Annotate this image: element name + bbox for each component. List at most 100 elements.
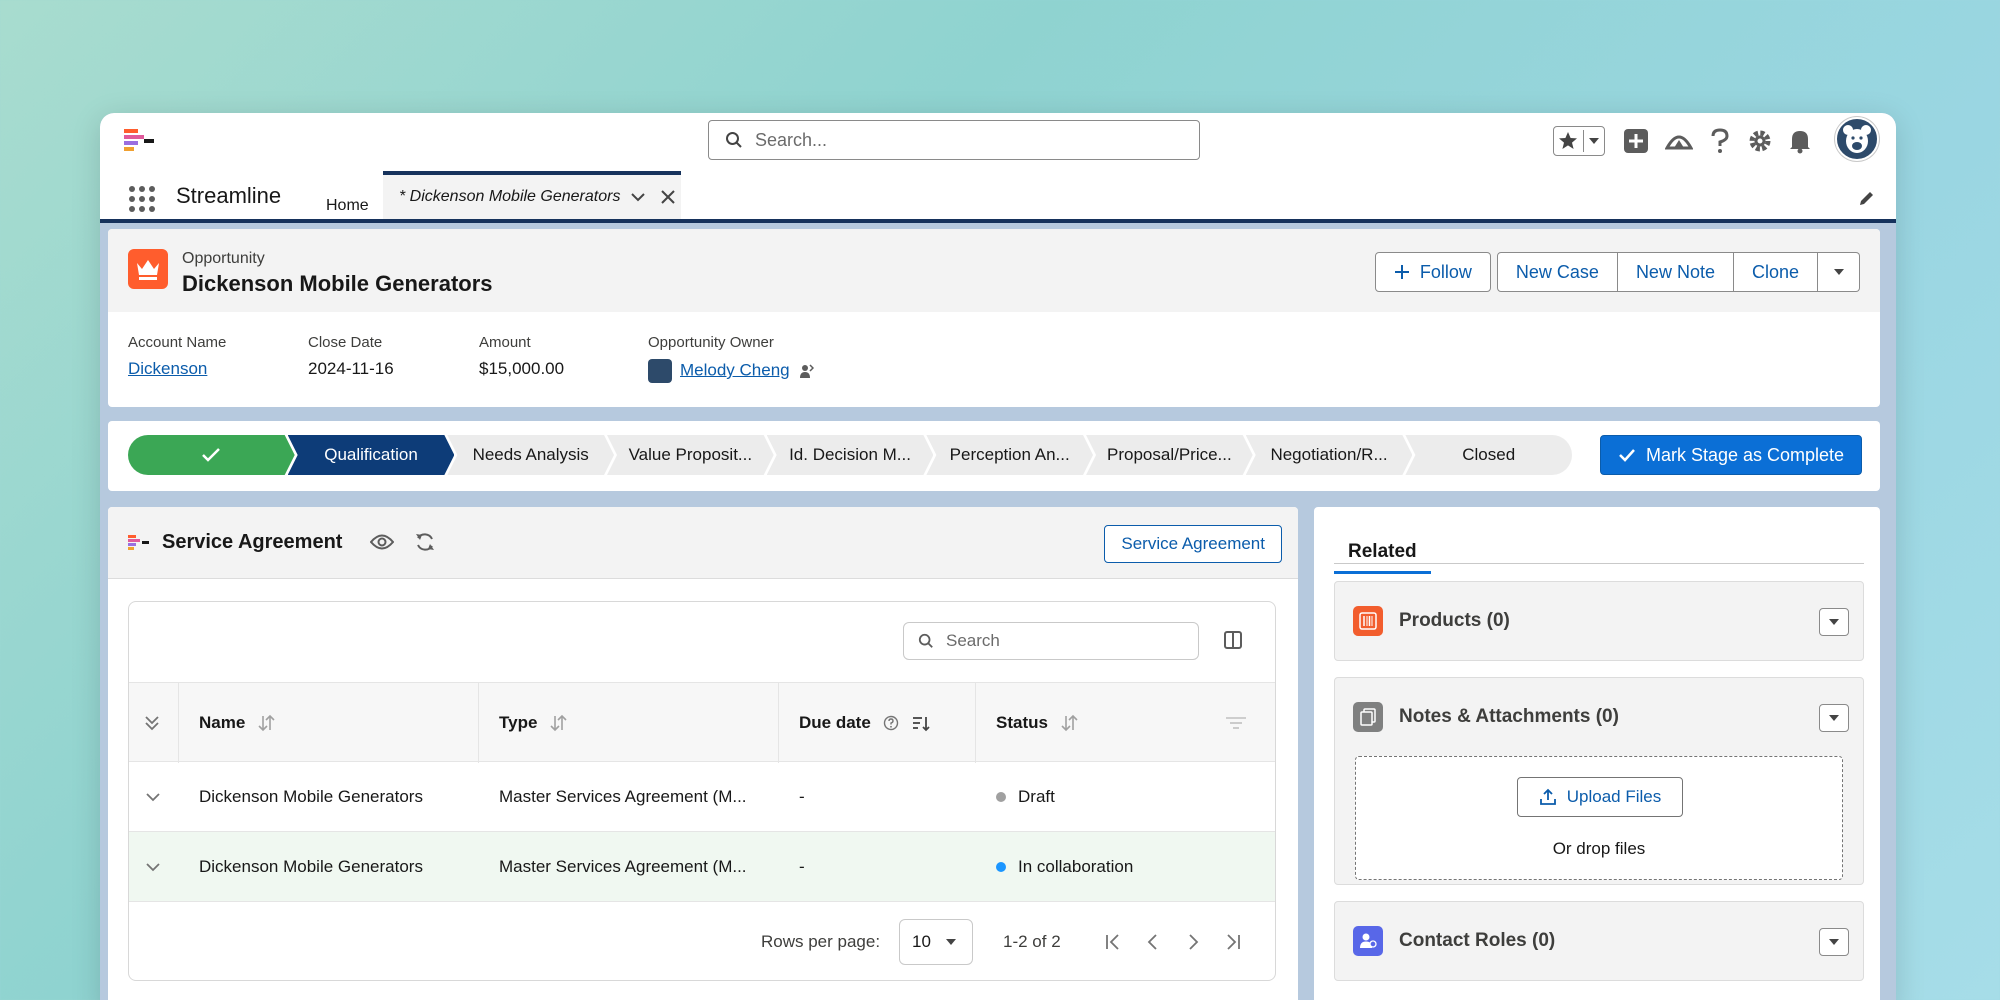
account-name-link[interactable]: Dickenson bbox=[128, 359, 226, 379]
products-title[interactable]: Products (0) bbox=[1399, 610, 1510, 632]
refresh-icon[interactable] bbox=[414, 531, 436, 553]
path-stage-id-decision-makers[interactable]: Id. Decision M... bbox=[767, 435, 934, 475]
help-button[interactable] bbox=[1704, 121, 1736, 161]
new-note-button[interactable]: New Note bbox=[1617, 252, 1734, 292]
first-page-icon[interactable] bbox=[1103, 932, 1123, 952]
setup-button[interactable] bbox=[1744, 121, 1776, 161]
user-avatar[interactable] bbox=[1835, 117, 1879, 161]
path-stage-negotiation[interactable]: Negotiation/R... bbox=[1246, 435, 1413, 475]
service-agreement-button[interactable]: Service Agreement bbox=[1104, 525, 1282, 563]
more-actions-button[interactable] bbox=[1818, 252, 1860, 292]
rows-per-page-select[interactable]: 10 bbox=[899, 919, 973, 965]
sort-descending-icon bbox=[912, 717, 930, 732]
path-stage-proposal-price[interactable]: Proposal/Price... bbox=[1086, 435, 1253, 475]
products-menu-button[interactable] bbox=[1819, 608, 1849, 636]
field-close-date: Close Date 2024-11-16 bbox=[308, 334, 394, 379]
owner-label: Opportunity Owner bbox=[648, 334, 774, 351]
chevron-down-icon bbox=[1829, 939, 1839, 945]
path-stage-value-proposition[interactable]: Value Proposit... bbox=[607, 435, 774, 475]
org-logo-icon[interactable] bbox=[122, 127, 156, 155]
mark-stage-complete-button[interactable]: Mark Stage as Complete bbox=[1600, 435, 1862, 475]
app-navigation-bar: Streamline Home * Dickenson Mobile Gener… bbox=[100, 171, 1896, 223]
contact-roles-icon bbox=[1353, 926, 1383, 956]
table-row[interactable]: Dickenson Mobile Generators Master Servi… bbox=[129, 832, 1275, 902]
change-owner-icon[interactable] bbox=[798, 363, 815, 379]
column-header-type[interactable]: Type bbox=[479, 683, 779, 763]
notes-menu-button[interactable] bbox=[1819, 704, 1849, 732]
table-row[interactable]: Dickenson Mobile Generators Master Servi… bbox=[129, 762, 1275, 832]
owner-avatar bbox=[648, 359, 672, 383]
columns-icon[interactable] bbox=[1223, 630, 1243, 650]
edit-nav-icon[interactable] bbox=[1858, 189, 1876, 207]
row-expand-chevron-icon[interactable] bbox=[143, 762, 163, 832]
mark-stage-complete-label: Mark Stage as Complete bbox=[1645, 444, 1845, 465]
next-page-icon[interactable] bbox=[1183, 932, 1203, 952]
field-amount: Amount $15,000.00 bbox=[479, 334, 564, 379]
upload-files-label: Upload Files bbox=[1566, 787, 1662, 806]
last-page-icon[interactable] bbox=[1223, 932, 1243, 952]
filter-icon[interactable] bbox=[1224, 715, 1248, 731]
help-icon bbox=[1711, 128, 1729, 153]
upload-files-button[interactable]: Upload Files bbox=[1517, 777, 1683, 817]
tab-opportunity-label: * Dickenson Mobile Generators bbox=[399, 188, 621, 205]
new-case-button[interactable]: New Case bbox=[1496, 252, 1618, 292]
chevron-down-icon bbox=[1589, 138, 1599, 144]
status-dot bbox=[996, 792, 1006, 802]
file-drop-zone[interactable]: Upload Files Or drop files bbox=[1355, 756, 1843, 880]
rows-per-page-label: Rows per page: bbox=[761, 932, 881, 951]
row-name[interactable]: Dickenson Mobile Generators bbox=[199, 832, 423, 902]
eye-icon[interactable] bbox=[370, 533, 394, 551]
previous-page-icon[interactable] bbox=[1143, 932, 1163, 952]
clone-button[interactable]: Clone bbox=[1733, 252, 1818, 292]
path-stage-perception-analysis[interactable]: Perception An... bbox=[926, 435, 1093, 475]
row-status: Draft bbox=[996, 762, 1055, 832]
path-stage-closed[interactable]: Closed bbox=[1405, 435, 1573, 475]
sort-icon bbox=[550, 714, 567, 732]
row-expand-chevron-icon[interactable] bbox=[143, 832, 163, 902]
column-header-status[interactable]: Status bbox=[976, 683, 1275, 763]
follow-button[interactable]: Follow bbox=[1374, 252, 1491, 292]
column-type-label: Type bbox=[499, 713, 538, 732]
app-launcher-icon[interactable] bbox=[128, 185, 156, 213]
related-panel: Related Products (0) Notes & Attachments… bbox=[1314, 507, 1880, 1000]
table-search-placeholder: Search bbox=[946, 631, 1000, 650]
global-actions-button[interactable] bbox=[1620, 121, 1652, 161]
path-stage-needs-analysis[interactable]: Needs Analysis bbox=[447, 435, 614, 475]
global-search-input[interactable]: Search... bbox=[708, 120, 1200, 160]
field-owner: Opportunity Owner Melody Cheng bbox=[648, 334, 815, 383]
chevron-down-icon[interactable] bbox=[629, 188, 647, 206]
gear-icon bbox=[1749, 130, 1771, 152]
path-stage-completed[interactable] bbox=[128, 435, 295, 475]
notes-attachments-icon bbox=[1353, 702, 1383, 732]
owner-link[interactable]: Melody Cheng bbox=[680, 360, 790, 379]
trailhead-button[interactable] bbox=[1662, 121, 1696, 161]
table-search-input[interactable]: Search bbox=[903, 622, 1199, 660]
close-icon[interactable] bbox=[659, 188, 677, 206]
path-stage-qualification[interactable]: Qualification bbox=[288, 435, 455, 475]
opportunity-crown-icon bbox=[128, 249, 168, 289]
search-icon bbox=[918, 633, 933, 648]
tab-related[interactable]: Related bbox=[1334, 529, 1431, 574]
help-circle-icon[interactable] bbox=[883, 715, 899, 731]
contact-roles-title[interactable]: Contact Roles (0) bbox=[1399, 930, 1555, 952]
favorites-button[interactable] bbox=[1553, 126, 1605, 156]
product-icon bbox=[1353, 606, 1383, 636]
column-header-due-date[interactable]: Due date bbox=[779, 683, 976, 763]
contact-roles-menu-button[interactable] bbox=[1819, 928, 1849, 956]
notes-attachments-title[interactable]: Notes & Attachments (0) bbox=[1399, 706, 1619, 728]
related-products: Products (0) bbox=[1334, 581, 1864, 661]
table-pagination: Rows per page: 10 1-2 of 2 bbox=[129, 902, 1275, 980]
tab-opportunity[interactable]: * Dickenson Mobile Generators bbox=[383, 171, 681, 219]
service-agreement-title: Service Agreement bbox=[162, 531, 343, 553]
column-header-name[interactable]: Name bbox=[179, 683, 479, 763]
nav-item-home[interactable]: Home bbox=[326, 197, 369, 215]
pagination-range: 1-2 of 2 bbox=[1003, 932, 1061, 951]
row-name[interactable]: Dickenson Mobile Generators bbox=[199, 762, 423, 832]
close-date-label: Close Date bbox=[308, 334, 383, 351]
follow-label: Follow bbox=[1419, 261, 1472, 282]
expand-all-column[interactable] bbox=[129, 683, 179, 763]
owner-value: Melody Cheng bbox=[648, 359, 815, 383]
notifications-button[interactable] bbox=[1784, 121, 1816, 161]
drop-files-text: Or drop files bbox=[1552, 839, 1646, 858]
checkmark-icon bbox=[1619, 449, 1635, 462]
